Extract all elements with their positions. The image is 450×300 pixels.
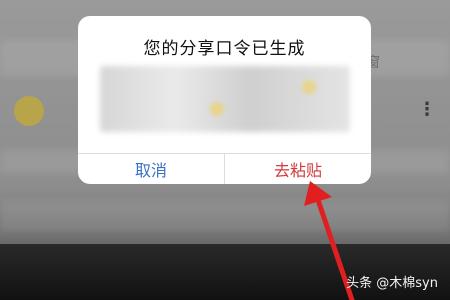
watermark: 头条 @木棉syn — [346, 276, 438, 291]
red-arrow-annotation — [304, 181, 355, 300]
